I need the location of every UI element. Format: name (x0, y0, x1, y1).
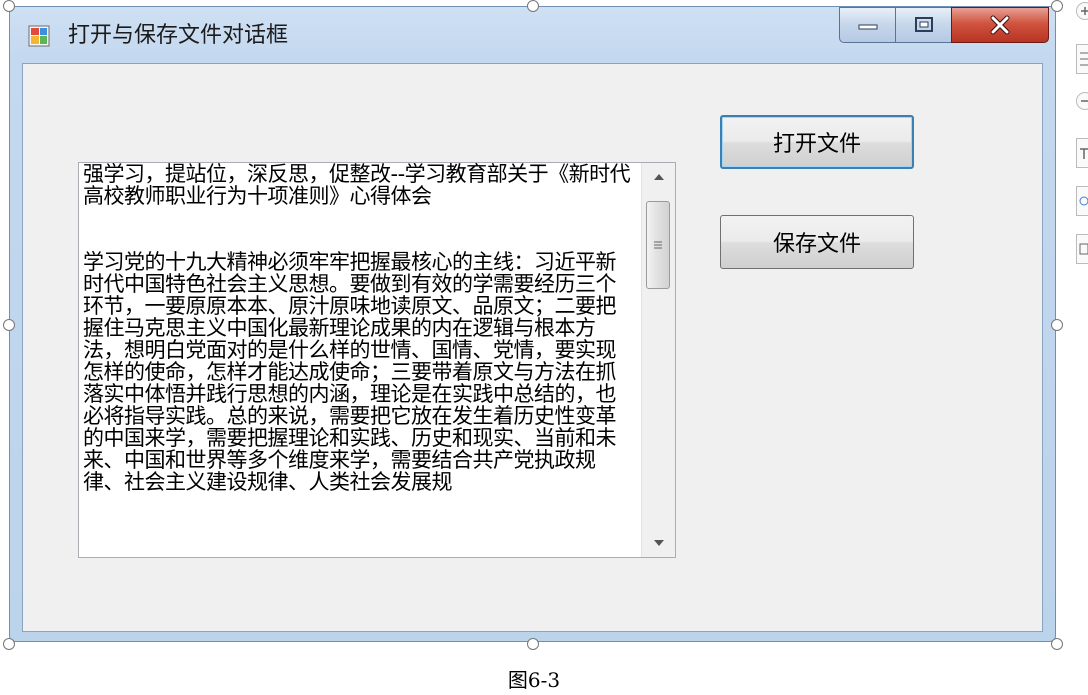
figure-caption: 图6-3 (507, 668, 561, 692)
resize-handle-top-right[interactable] (1051, 0, 1063, 12)
side-tool-text-icon[interactable] (1076, 138, 1088, 168)
window-title: 打开与保存文件对话框 (68, 23, 289, 48)
side-tool-link-icon[interactable] (1076, 186, 1088, 216)
textbox-content[interactable]: 强学习，提站位，深反思，促整改--学习教育部关于《新时代高校教师职业行为十项准则… (83, 163, 636, 557)
resize-handle-bottom-left[interactable] (3, 638, 15, 650)
resize-handle-top[interactable] (527, 0, 539, 12)
crop-icon (1079, 243, 1088, 255)
maximize-button[interactable] (895, 7, 951, 43)
side-toolbar (1072, 0, 1088, 270)
file-content-textbox[interactable]: 强学习，提站位，深反思，促整改--学习教育部关于《新时代高校教师职业行为十项准则… (78, 162, 676, 558)
link-icon (1079, 196, 1088, 206)
minimize-icon (858, 24, 877, 30)
layout-icon (1080, 52, 1088, 66)
grip-icon (654, 241, 662, 249)
scroll-down-button[interactable] (642, 529, 675, 557)
app-icon (28, 25, 50, 47)
save-file-button[interactable]: 保存文件 (720, 215, 914, 269)
resize-handle-bottom-right[interactable] (1051, 638, 1063, 650)
side-tool-layout-icon[interactable] (1076, 44, 1088, 74)
scroll-down-icon (653, 540, 664, 546)
resize-handle-left[interactable] (3, 319, 15, 331)
minimize-button[interactable] (839, 7, 895, 43)
vertical-scrollbar[interactable] (641, 163, 675, 557)
title-bar[interactable]: 打开与保存文件对话框 (10, 7, 1055, 63)
close-icon (990, 15, 1010, 35)
scroll-thumb[interactable] (646, 201, 670, 289)
maximize-icon (914, 17, 933, 32)
text-icon (1080, 148, 1088, 159)
side-tool-add-icon[interactable] (1076, 2, 1088, 20)
resize-handle-top-left[interactable] (3, 0, 15, 12)
resize-handle-right[interactable] (1051, 319, 1063, 331)
dialog-window: 打开与保存文件对话框 强学习，提站位，深反思，促整改--学习教育部关于《新时代高… (9, 6, 1056, 642)
resize-handle-bottom[interactable] (527, 638, 539, 650)
scroll-up-icon (653, 174, 664, 180)
close-button[interactable] (951, 7, 1049, 43)
zoom-icon (1081, 100, 1088, 102)
open-file-button[interactable]: 打开文件 (720, 115, 914, 169)
side-tool-zoom-icon[interactable] (1076, 92, 1088, 110)
scroll-up-button[interactable] (642, 163, 675, 191)
add-icon (1081, 7, 1088, 15)
window-controls (839, 7, 1049, 45)
side-tool-crop-icon[interactable] (1076, 234, 1088, 264)
client-area: 强学习，提站位，深反思，促整改--学习教育部关于《新时代高校教师职业行为十项准则… (22, 63, 1043, 632)
